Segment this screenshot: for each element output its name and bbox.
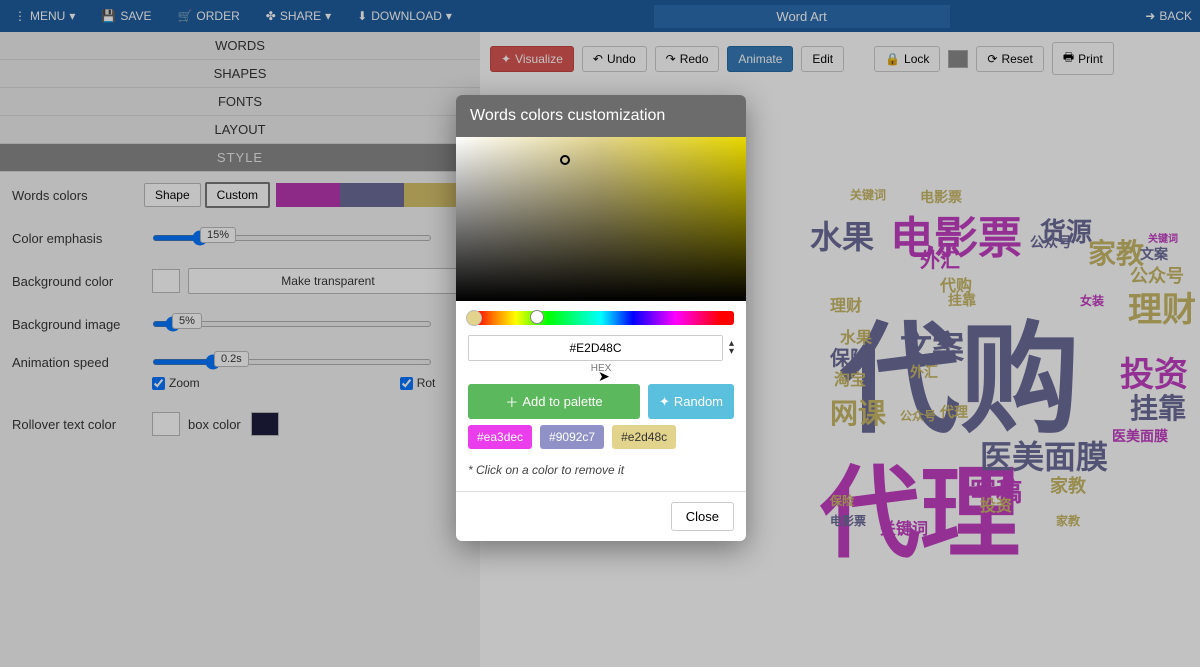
close-button[interactable]: Close xyxy=(671,502,734,531)
hex-input[interactable] xyxy=(468,335,723,361)
palette-row: #ea3dec #9092c7 #e2d48c xyxy=(456,425,746,459)
random-icon: ✦ xyxy=(659,394,670,410)
hue-slider[interactable] xyxy=(468,311,734,325)
modal-title: Words colors customization xyxy=(456,95,746,137)
plus-icon: ＋ xyxy=(505,392,518,411)
random-button[interactable]: ✦Random xyxy=(648,384,734,419)
hex-spinner[interactable]: ▴▾ xyxy=(729,340,734,356)
color-picker-area[interactable] xyxy=(456,137,746,301)
palette-hint: * Click on a color to remove it xyxy=(456,459,746,491)
palette-chip[interactable]: #ea3dec xyxy=(468,425,532,449)
hue-thumb[interactable] xyxy=(530,310,544,324)
palette-chip[interactable]: #9092c7 xyxy=(540,425,604,449)
color-modal: Words colors customization ▴▾ HEX ＋Add t… xyxy=(456,95,746,541)
current-color-chip xyxy=(466,310,482,326)
palette-chip[interactable]: #e2d48c xyxy=(612,425,676,449)
picker-cursor[interactable] xyxy=(560,155,570,165)
mouse-cursor: ➤ xyxy=(598,368,610,385)
add-to-palette-button[interactable]: ＋Add to palette xyxy=(468,384,640,419)
